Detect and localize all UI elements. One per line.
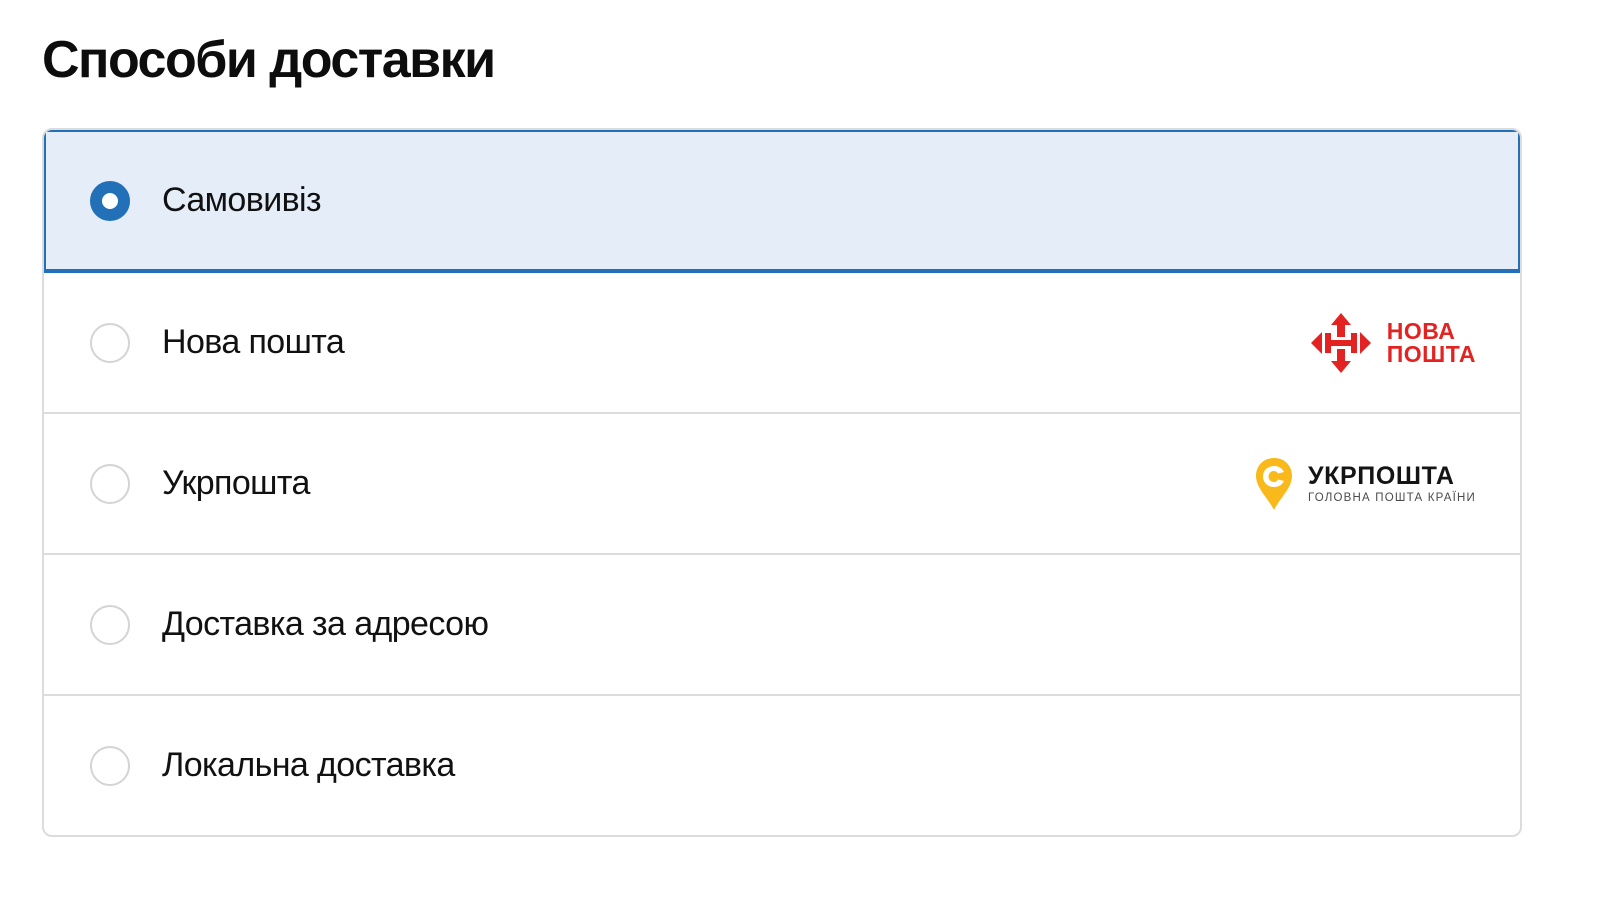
radio-button-nova-poshta[interactable] [90, 322, 130, 363]
delivery-option-label: Самовивіз [162, 181, 322, 219]
nova-poshta-wordmark-line2: ПОШТА [1386, 340, 1476, 367]
delivery-options-list: Самовивіз Нова пошта НОВА ПОШТА Укрпошта… [42, 128, 1522, 837]
delivery-option-label: Доставка за адресою [162, 605, 489, 643]
ukrposhta-pin-icon [1255, 457, 1292, 510]
ukrposhta-wordmark-title: УКРПОШТА [1307, 461, 1455, 490]
radio-button-address[interactable] [90, 604, 130, 645]
ukrposhta-logo: УКРПОШТА ГОЛОВНА ПОШТА КРАЇНИ [1254, 456, 1476, 512]
delivery-methods-page: Способи доставки Самовивіз Нова пошта НО… [0, 0, 1600, 900]
nova-poshta-arrows-icon [1310, 312, 1371, 373]
delivery-option-pickup[interactable]: Самовивіз [44, 130, 1520, 271]
delivery-option-local[interactable]: Локальна доставка [44, 694, 1520, 835]
ukrposhta-wordmark-subtitle: ГОЛОВНА ПОШТА КРАЇНИ [1307, 491, 1476, 504]
radio-button-ukrposhta[interactable] [90, 463, 130, 504]
delivery-option-ukrposhta[interactable]: Укрпошта УКРПОШТА ГОЛОВНА ПОШТА КРАЇНИ [44, 412, 1520, 553]
nova-poshta-wordmark-line1: НОВА [1386, 317, 1456, 344]
page-title: Способи доставки [42, 31, 496, 89]
radio-button-local[interactable] [90, 745, 130, 786]
delivery-option-label: Укрпошта [162, 464, 310, 502]
delivery-option-address[interactable]: Доставка за адресою [44, 553, 1520, 694]
delivery-option-nova-poshta[interactable]: Нова пошта НОВА ПОШТА [44, 271, 1520, 412]
delivery-option-label: Локальна доставка [162, 746, 455, 784]
delivery-option-label: Нова пошта [162, 323, 345, 361]
radio-button-pickup[interactable] [90, 180, 130, 221]
nova-poshta-wordmark: НОВА ПОШТА [1386, 317, 1476, 367]
ukrposhta-wordmark: УКРПОШТА ГОЛОВНА ПОШТА КРАЇНИ [1308, 463, 1476, 505]
nova-poshta-logo: НОВА ПОШТА [1309, 311, 1476, 375]
